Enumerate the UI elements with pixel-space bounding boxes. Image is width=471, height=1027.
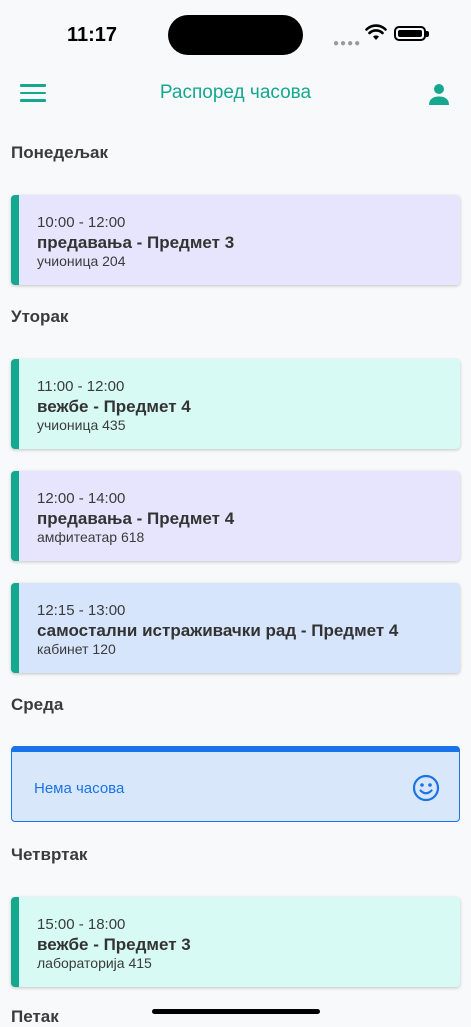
day-heading-friday: Петак [11,1007,59,1026]
class-card[interactable]: 10:00 - 12:00 предавања - Предмет 3 учио… [11,195,460,285]
day-heading-monday: Понедељак [11,143,109,162]
card-accent-bar [11,471,19,561]
class-time: 12:00 - 14:00 [37,490,126,507]
profile-icon[interactable] [425,80,453,108]
signal-icon: ●●●● [333,38,362,49]
class-name: предавања - Предмет 3 [37,233,235,252]
class-room: амфитеатар 618 [37,529,145,545]
card-accent-bar [11,195,19,285]
class-card[interactable]: 11:00 - 12:00 вежбе - Предмет 4 учионица… [11,359,460,449]
class-time: 15:00 - 18:00 [37,916,126,933]
page-title: Распоред часова [159,82,312,103]
day-heading-tuesday: Уторак [11,307,69,326]
card-accent-bar [11,359,19,449]
status-time: 11:17 [67,24,118,46]
class-name: предавања - Предмет 4 [37,509,235,528]
class-name: вежбе - Предмет 3 [37,935,191,954]
home-indicator[interactable] [152,1009,320,1014]
smile-icon [412,774,440,802]
class-room: учионица 435 [37,417,126,433]
class-card[interactable]: 12:15 - 13:00 самостални истраживачки ра… [11,583,460,673]
class-card[interactable]: 15:00 - 18:00 вежбе - Предмет 3 лаборато… [11,897,460,987]
no-classes-text: Нема часова [34,780,125,797]
wifi-icon [365,24,387,40]
class-time: 12:15 - 13:00 [37,602,126,619]
day-heading-thursday: Четвртак [11,845,88,864]
battery-icon [394,26,429,41]
status-bar: 11:17 ●●●● [0,0,471,70]
class-card[interactable]: 12:00 - 14:00 предавања - Предмет 4 амфи… [11,471,460,561]
class-room: лабораторија 415 [37,955,152,971]
class-time: 11:00 - 12:00 [37,378,125,395]
class-time: 10:00 - 12:00 [37,214,126,231]
class-room: кабинет 120 [37,641,116,657]
class-name: самостални истраживачки рад - Предмет 4 [37,621,399,640]
class-room: учионица 204 [37,253,126,269]
card-accent-bar [11,583,19,673]
class-name: вежбе - Предмет 4 [37,397,191,416]
day-heading-wednesday: Среда [11,695,64,714]
dynamic-island [168,15,303,55]
app-bar: Распоред часова [0,70,471,120]
no-classes-card: Нема часова [11,746,460,822]
card-accent-bar [11,897,19,987]
